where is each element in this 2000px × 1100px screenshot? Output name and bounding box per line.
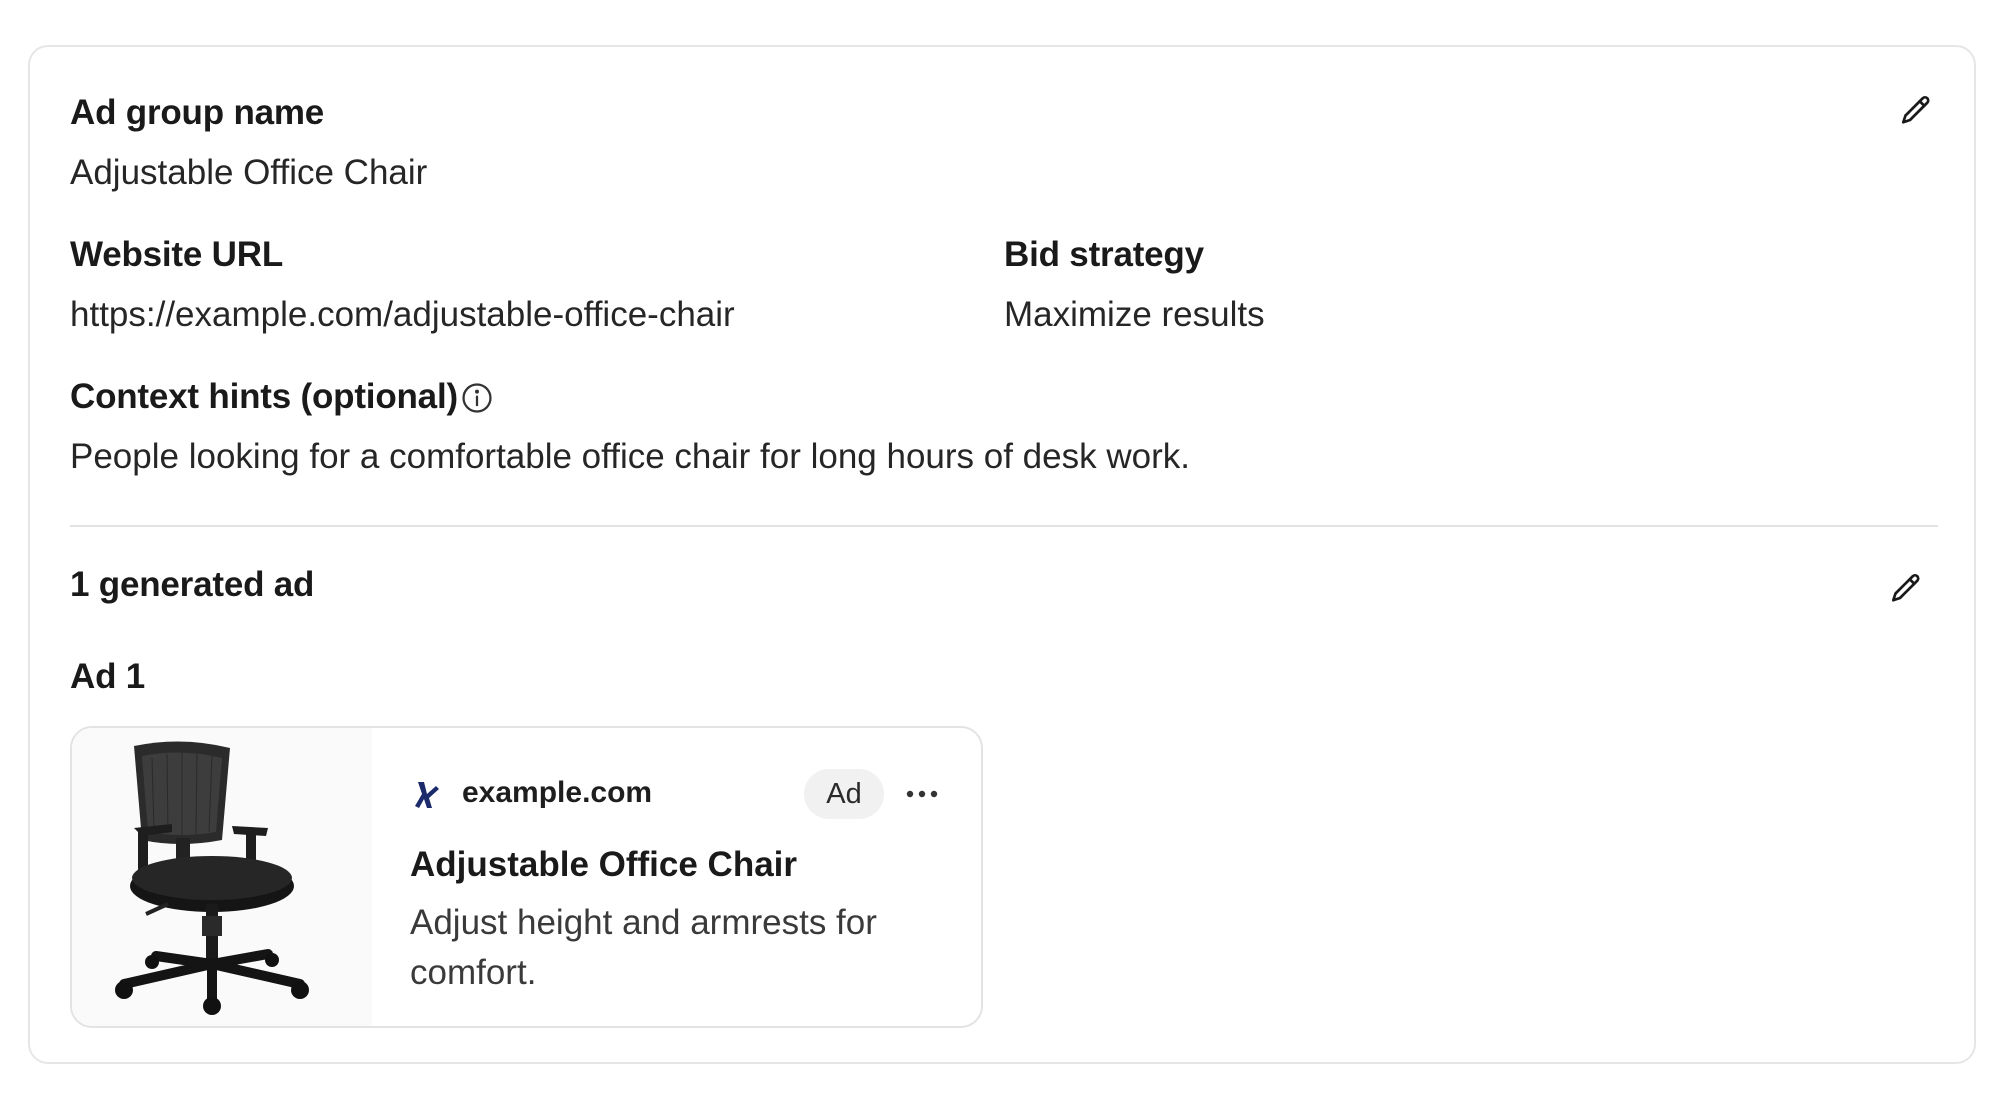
edit-ad-group-button[interactable]: [1892, 87, 1940, 135]
ad-headline: Adjustable Office Chair: [410, 845, 798, 884]
ad-description: Adjust height and armrests for comfort.: [410, 903, 877, 992]
ad-group-name-value: Adjustable Office Chair: [70, 153, 428, 192]
bid-strategy-value: Maximize results: [1004, 295, 1265, 334]
pencil-icon: [1901, 95, 1930, 124]
bid-strategy-label: Bid strategy: [1004, 235, 1204, 274]
ellipsis-icon: [906, 790, 938, 798]
website-url-value: https://example.com/adjustable-office-ch…: [70, 295, 735, 334]
context-hints-value: People looking for a comfortable office …: [70, 437, 1190, 476]
brand-favicon: [415, 782, 439, 808]
context-hints-label: Context hints (optional): [70, 377, 458, 416]
info-icon[interactable]: [460, 381, 494, 415]
ad-1-title: Ad 1: [70, 657, 146, 696]
ad-domain: example.com: [462, 776, 653, 809]
ad-group-summary-card: Ad group name Adjustable Office Chair We…: [28, 45, 1976, 1064]
website-url-label: Website URL: [70, 235, 284, 274]
office-chair-image: [72, 728, 372, 1026]
pencil-icon: [1891, 573, 1920, 602]
section-divider: [70, 525, 1938, 527]
more-options-button[interactable]: [900, 774, 944, 814]
ad-badge: Ad: [804, 769, 884, 819]
edit-generated-ads-button[interactable]: [1882, 565, 1930, 613]
ad-group-name-label: Ad group name: [70, 93, 325, 132]
generated-ads-count: 1 generated ad: [70, 565, 315, 604]
ad-preview-card[interactable]: example.com Ad Adjustable Office Chair A…: [70, 726, 983, 1028]
